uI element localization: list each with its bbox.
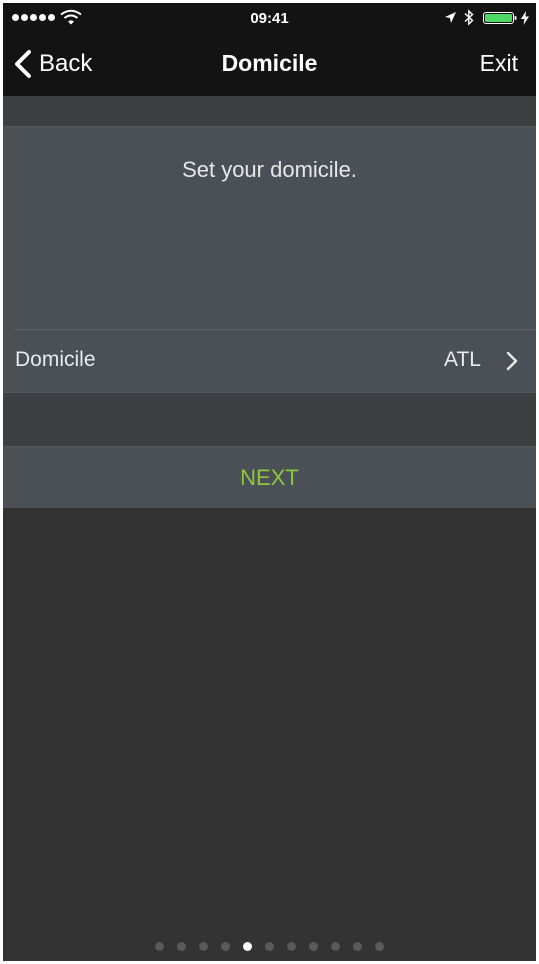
page-dot xyxy=(177,942,186,951)
page-dot xyxy=(265,942,274,951)
device-screen: 09:41 Back Domicile Exit Set your domici… xyxy=(3,3,536,961)
location-arrow-icon xyxy=(445,12,456,23)
page-title: Domicile xyxy=(221,50,318,76)
instruction-text: Set your domicile. xyxy=(182,157,357,182)
domicile-value: ATL xyxy=(444,348,481,371)
bluetooth-icon xyxy=(464,9,474,26)
next-label: NEXT xyxy=(240,465,299,490)
page-dot xyxy=(155,942,164,951)
next-button[interactable]: NEXT xyxy=(3,446,536,508)
page-dot xyxy=(309,942,318,951)
status-bar: 09:41 xyxy=(3,3,536,33)
navigation-bar: Back Domicile Exit xyxy=(3,33,536,96)
page-dot xyxy=(375,942,384,951)
page-dot xyxy=(221,942,230,951)
chevron-right-icon xyxy=(506,351,518,371)
domicile-label: Domicile xyxy=(15,348,96,371)
domicile-row[interactable]: Domicile ATL xyxy=(3,330,536,392)
exit-button[interactable]: Exit xyxy=(480,50,518,77)
page-dot xyxy=(199,942,208,951)
page-dot-active xyxy=(243,942,252,951)
page-dot xyxy=(353,942,362,951)
page-indicator xyxy=(3,942,536,951)
battery-icon xyxy=(483,12,517,24)
charging-bolt-icon xyxy=(521,11,529,25)
domicile-card: Set your domicile. Domicile ATL xyxy=(3,126,536,393)
page-dot xyxy=(287,942,296,951)
page-dot xyxy=(331,942,340,951)
